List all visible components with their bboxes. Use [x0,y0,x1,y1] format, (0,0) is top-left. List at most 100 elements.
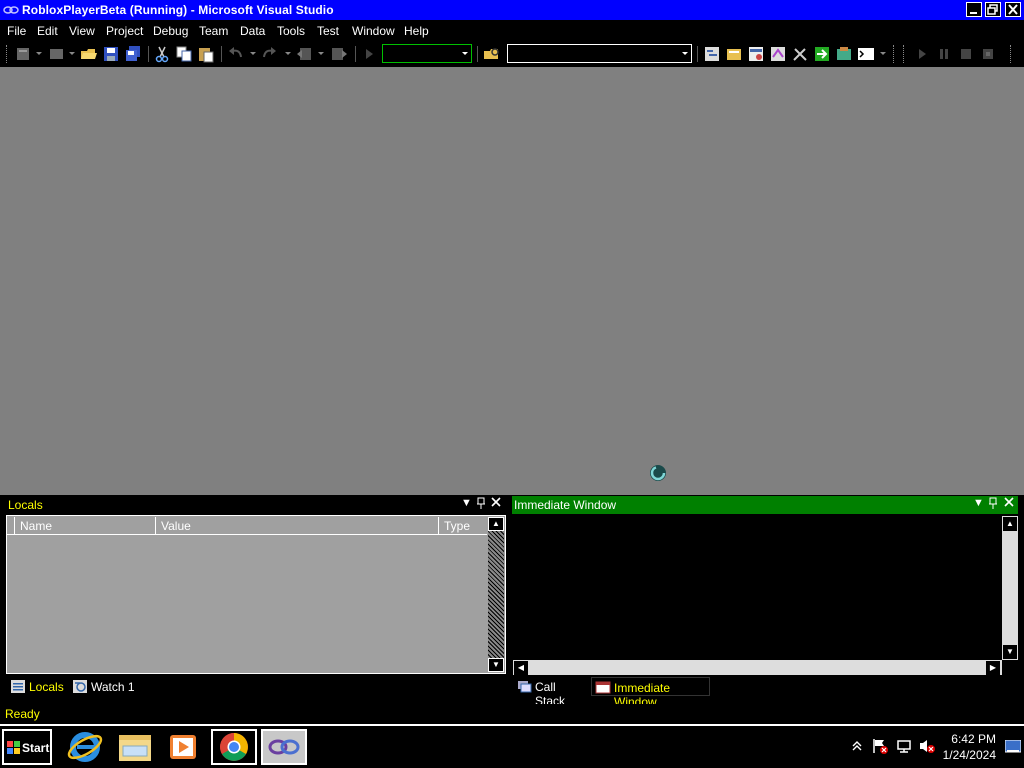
scroll-down-icon[interactable]: ▼ [488,658,504,672]
clock-time[interactable]: 6:42 PM [951,732,996,746]
status-bar: Ready [0,704,1024,724]
new-project-icon[interactable] [15,45,33,63]
menu-file[interactable]: File [7,24,26,38]
close-icon[interactable] [1004,497,1014,510]
cut-icon[interactable] [153,45,171,63]
restart-icon[interactable] [979,45,997,63]
chevron-down-icon [462,52,468,55]
internet-explorer-icon [67,732,103,762]
close-button[interactable] [1005,2,1021,17]
tab-immediate-window[interactable]: Immediate Window [591,677,710,709]
tab-watch-1[interactable]: Watch 1 [69,677,139,696]
restore-button[interactable] [985,2,1001,17]
paste-icon[interactable] [197,45,215,63]
start-debugging-icon[interactable] [360,45,378,63]
add-item-dropdown[interactable] [69,52,75,55]
continue-icon[interactable] [913,45,931,63]
menu-window[interactable]: Window [352,24,395,38]
menu-team[interactable]: Team [199,24,228,38]
save-icon[interactable] [102,45,120,63]
redo-dropdown[interactable] [285,52,291,55]
taskbar-file-explorer[interactable] [112,729,158,765]
new-project-dropdown[interactable] [36,52,42,55]
close-icon[interactable] [491,497,501,510]
find-in-files-icon[interactable] [483,45,501,63]
menu-help[interactable]: Help [404,24,429,38]
column-value[interactable]: Value [156,517,439,534]
navigate-backward-icon[interactable] [296,45,314,63]
find-combo[interactable] [507,44,692,63]
taskbar-internet-explorer[interactable] [62,729,108,765]
immediate-window-title: Immediate Window [514,498,617,512]
title-bar: RobloxPlayerBeta (Running) - Microsoft V… [0,0,1024,20]
open-folder-icon[interactable] [80,45,98,63]
command-window-dropdown[interactable] [880,52,886,55]
panel-menu-icon[interactable]: ▼ [461,497,472,509]
toolbar-overflow[interactable] [893,45,896,63]
scroll-up-icon[interactable]: ▲ [488,517,504,531]
debug-toolbar-grip[interactable] [903,45,906,63]
locals-grid[interactable]: Name Value Type ▲ ▼ [6,515,506,674]
panel-menu-icon[interactable]: ▼ [973,497,984,509]
pin-icon[interactable] [989,497,997,512]
show-hidden-icons-icon[interactable] [852,740,862,752]
minimize-button[interactable] [966,2,982,17]
tab-watch-1-label: Watch 1 [91,680,135,694]
immediate-vertical-scrollbar[interactable]: ▲ ▼ [1002,516,1018,660]
toolbar-end-grip[interactable] [1010,45,1013,63]
stop-icon[interactable] [957,45,975,63]
menu-project[interactable]: Project [106,24,143,38]
column-type[interactable]: Type [439,517,486,534]
properties-icon[interactable] [725,45,743,63]
undo-dropdown[interactable] [250,52,256,55]
scroll-right-icon[interactable]: ▶ [986,661,1000,675]
immediate-window-textarea[interactable]: ▲ ▼ ◀ ▶ [512,515,1020,677]
column-name[interactable]: Name [15,517,156,534]
show-desktop-icon[interactable] [1005,740,1021,754]
tools-icon[interactable] [791,45,809,63]
menu-edit[interactable]: Edit [37,24,58,38]
volume-muted-icon[interactable] [918,738,936,754]
pin-icon[interactable] [477,497,485,512]
object-browser-icon[interactable] [747,45,765,63]
clock-date[interactable]: 1/24/2024 [943,748,996,762]
network-icon[interactable] [896,738,912,754]
toolbar-grip[interactable] [6,45,9,63]
undo-icon[interactable] [227,45,245,63]
copy-icon[interactable] [175,45,193,63]
save-all-icon[interactable] [124,45,142,63]
start-button[interactable]: Start [2,729,52,765]
menu-data[interactable]: Data [240,24,265,38]
add-item-icon[interactable] [48,45,66,63]
navigate-forward-icon[interactable] [330,45,348,63]
scroll-down-icon[interactable]: ▼ [1003,645,1017,659]
toolbox-icon[interactable] [835,45,853,63]
watch-icon [73,680,87,693]
action-center-flag-icon[interactable] [872,738,888,754]
menu-view[interactable]: View [69,24,95,38]
scroll-left-icon[interactable]: ◀ [514,661,528,675]
scroll-up-icon[interactable]: ▲ [1003,517,1017,531]
command-window-icon[interactable] [857,45,875,63]
taskbar-media-player[interactable] [160,729,206,765]
immediate-horizontal-scrollbar[interactable]: ◀ ▶ [513,660,1002,675]
system-tray: 6:42 PM 1/24/2024 [848,726,1024,768]
editor-workspace [0,67,1024,495]
start-page-icon[interactable] [813,45,831,63]
pause-icon[interactable] [935,45,953,63]
menu-test[interactable]: Test [317,24,339,38]
locals-vertical-scrollbar[interactable]: ▲ ▼ [488,517,504,672]
taskbar-visual-studio[interactable] [261,729,307,765]
solution-explorer-icon[interactable] [703,45,721,63]
class-view-icon[interactable] [769,45,787,63]
navigate-backward-dropdown[interactable] [318,52,324,55]
menu-tools[interactable]: Tools [277,24,305,38]
tab-locals[interactable]: Locals [7,677,67,696]
solution-configuration-combo[interactable] [382,44,472,63]
menu-debug[interactable]: Debug [153,24,188,38]
tab-call-stack[interactable]: Call Stack [513,677,589,708]
status-text: Ready [5,707,40,721]
redo-icon[interactable] [260,45,278,63]
call-stack-icon [518,681,532,693]
taskbar-chrome[interactable] [211,729,257,765]
